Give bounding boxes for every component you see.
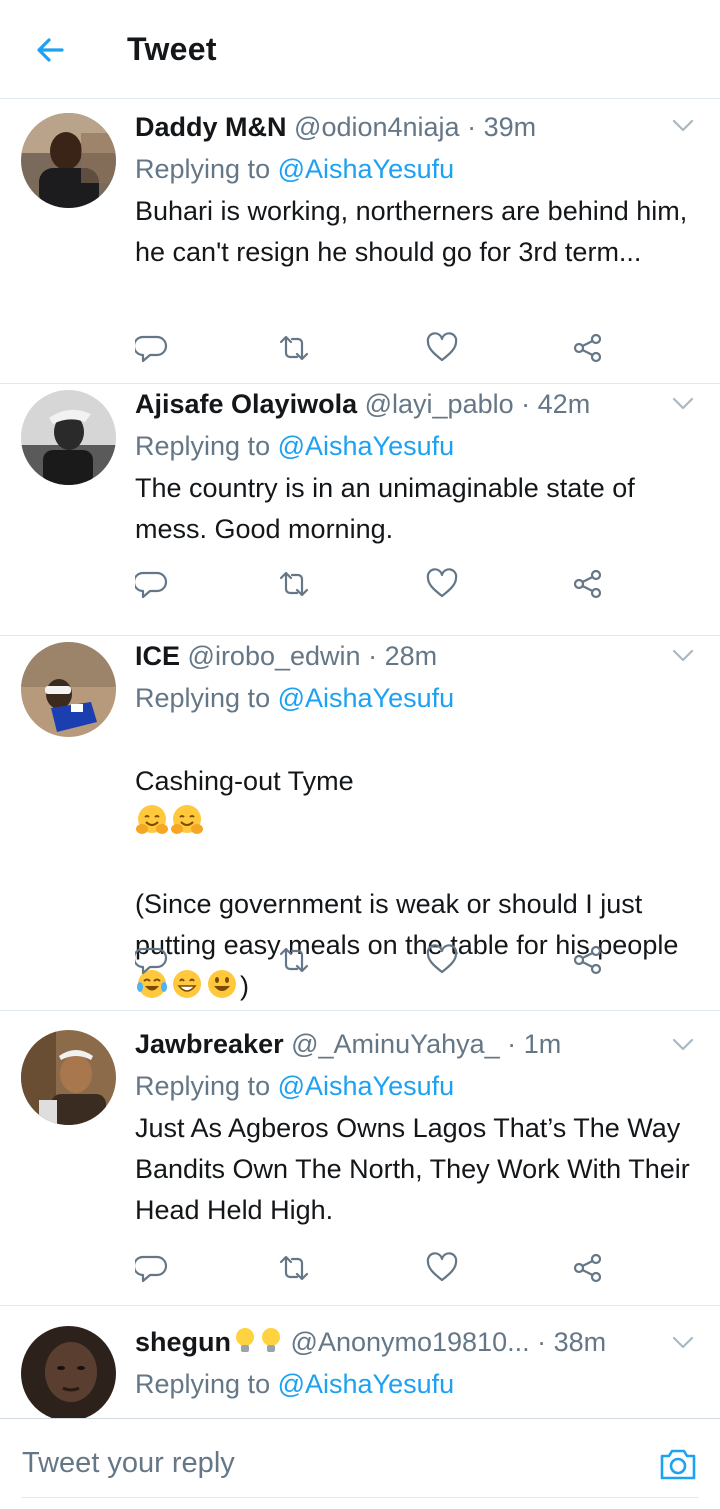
replying-to: Replying to @AishaYesufu	[135, 430, 700, 462]
chevron-down-icon[interactable]	[672, 397, 694, 411]
separator-dot: ·	[368, 641, 378, 671]
reply-composer: Tweet your reply	[0, 1418, 720, 1509]
timestamp: 38m	[553, 1327, 607, 1357]
input-underline	[22, 1497, 698, 1498]
avatar[interactable]	[21, 390, 116, 485]
replying-to-label: Replying to	[135, 683, 271, 713]
separator-dot: ·	[507, 1029, 517, 1059]
retweet-icon[interactable]	[277, 943, 311, 977]
tweet-actions	[135, 943, 635, 977]
author-name[interactable]: Ajisafe Olayiwola	[135, 389, 357, 419]
light-bulb-emoji-icon	[262, 1328, 281, 1352]
mention-link[interactable]: @AishaYesufu	[278, 1071, 455, 1101]
tweet-meta: Daddy M&N @odion4niaja · 39m	[135, 111, 700, 143]
chevron-down-icon[interactable]	[672, 1038, 694, 1052]
tweet-reply[interactable]: Daddy M&N @odion4niaja · 39m Replying to…	[0, 99, 720, 384]
author-handle[interactable]: @layi_pablo	[365, 389, 514, 419]
author-name[interactable]: Jawbreaker	[135, 1029, 284, 1059]
hugging-face-emoji-icon	[136, 805, 168, 834]
like-heart-icon[interactable]	[425, 943, 459, 977]
author-handle[interactable]: @odion4niaja	[294, 112, 460, 142]
replying-to-label: Replying to	[135, 1071, 271, 1101]
share-icon[interactable]	[571, 943, 605, 977]
avatar[interactable]	[21, 113, 116, 208]
author-handle[interactable]: @Anonymo19810...	[291, 1327, 530, 1357]
reply-icon[interactable]	[135, 943, 169, 977]
timestamp: 42m	[537, 389, 591, 419]
page-title: Tweet	[127, 31, 217, 67]
mention-link[interactable]: @AishaYesufu	[278, 431, 455, 461]
chevron-down-icon[interactable]	[672, 649, 694, 663]
replying-to-label: Replying to	[135, 431, 271, 461]
tweet-meta: shegun @Anonymo19810... · 38m	[135, 1326, 700, 1358]
tweet-reply[interactable]: Ajisafe Olayiwola @layi_pablo · 42m Repl…	[0, 384, 720, 636]
avatar[interactable]	[21, 1030, 116, 1125]
author-name[interactable]: ICE	[135, 641, 180, 671]
mention-link[interactable]: @AishaYesufu	[278, 1369, 455, 1399]
separator-dot: ·	[467, 112, 477, 142]
share-icon[interactable]	[571, 1251, 605, 1285]
reply-input[interactable]: Tweet your reply	[22, 1447, 235, 1480]
tweet-reply[interactable]: Jawbreaker @_AminuYahya_ · 1m Replying t…	[0, 1011, 720, 1306]
light-bulb-emoji-icon	[236, 1328, 255, 1352]
timestamp: 1m	[523, 1029, 562, 1059]
reply-icon[interactable]	[135, 567, 169, 601]
author-handle[interactable]: @_AminuYahya_	[291, 1029, 500, 1059]
back-arrow-icon[interactable]	[30, 30, 70, 70]
top-bar: Tweet	[0, 0, 720, 99]
replying-to: Replying to @AishaYesufu	[135, 1070, 700, 1102]
avatar[interactable]	[21, 1326, 116, 1418]
chevron-down-icon[interactable]	[672, 119, 694, 133]
tweet-text-line: Cashing-out Tyme	[135, 766, 354, 796]
tweet-actions	[135, 1251, 635, 1285]
separator-dot: ·	[537, 1327, 547, 1357]
replying-to-label: Replying to	[135, 1369, 271, 1399]
retweet-icon[interactable]	[277, 567, 311, 601]
tweet-reply[interactable]: shegun @Anonymo19810... · 38m Replying t…	[0, 1306, 720, 1418]
tweet-meta: Jawbreaker @_AminuYahya_ · 1m	[135, 1028, 700, 1060]
tweet-actions	[135, 331, 635, 365]
like-heart-icon[interactable]	[425, 1251, 459, 1285]
avatar[interactable]	[21, 642, 116, 737]
author-name[interactable]: shegun	[135, 1327, 231, 1357]
timestamp: 39m	[483, 112, 537, 142]
like-heart-icon[interactable]	[425, 331, 459, 365]
reply-icon[interactable]	[135, 331, 169, 365]
tweet-reply[interactable]: ICE @irobo_edwin · 28m Replying to @Aish…	[0, 636, 720, 1011]
tweet-text: Just As Agberos Owns Lagos That’s The Wa…	[135, 1113, 690, 1225]
chevron-down-icon[interactable]	[672, 1336, 694, 1350]
replying-to: Replying to @AishaYesufu	[135, 1368, 700, 1400]
camera-icon[interactable]	[658, 1444, 698, 1484]
timestamp: 28m	[384, 641, 438, 671]
author-handle[interactable]: @irobo_edwin	[188, 641, 361, 671]
reply-list: Daddy M&N @odion4niaja · 39m Replying to…	[0, 99, 720, 1418]
replying-to-label: Replying to	[135, 154, 271, 184]
mention-link[interactable]: @AishaYesufu	[278, 154, 455, 184]
tweet-text: Buhari is working, northerners are behin…	[135, 196, 688, 267]
hugging-face-emoji-icon	[171, 805, 203, 834]
replying-to: Replying to @AishaYesufu	[135, 682, 700, 714]
tweet-actions	[135, 567, 635, 601]
author-name[interactable]: Daddy M&N	[135, 112, 287, 142]
replying-to: Replying to @AishaYesufu	[135, 153, 700, 185]
like-heart-icon[interactable]	[425, 567, 459, 601]
tweet-text: The country is in an unimaginable state …	[135, 473, 635, 544]
share-icon[interactable]	[571, 331, 605, 365]
tweet-meta: ICE @irobo_edwin · 28m	[135, 640, 700, 672]
retweet-icon[interactable]	[277, 1251, 311, 1285]
separator-dot: ·	[521, 389, 531, 419]
mention-link[interactable]: @AishaYesufu	[278, 683, 455, 713]
retweet-icon[interactable]	[277, 331, 311, 365]
tweet-meta: Ajisafe Olayiwola @layi_pablo · 42m	[135, 388, 700, 420]
share-icon[interactable]	[571, 567, 605, 601]
reply-icon[interactable]	[135, 1251, 169, 1285]
